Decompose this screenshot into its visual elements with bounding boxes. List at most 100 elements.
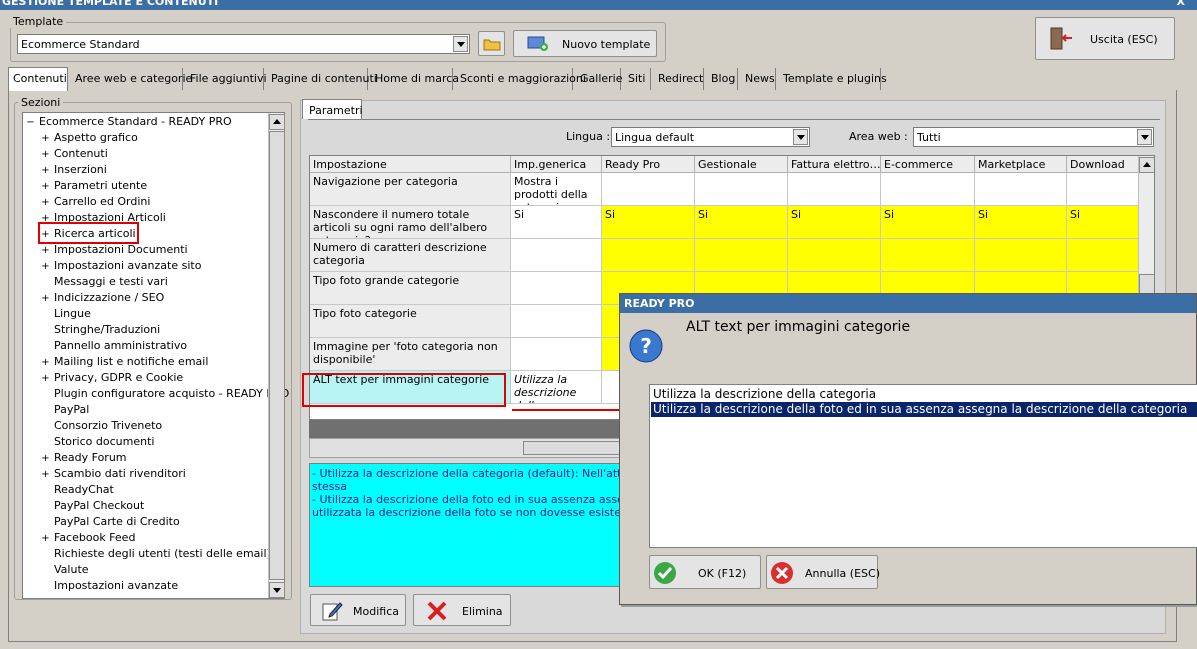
- expand-icon[interactable]: +: [41, 533, 50, 544]
- sidebar-item[interactable]: + Mailing list e notifiche email: [41, 355, 208, 371]
- option-item[interactable]: Utilizza la descrizione della categoria: [651, 387, 1197, 402]
- value-cell[interactable]: [1067, 239, 1139, 272]
- options-list[interactable]: Utilizza la descrizione della categoria …: [649, 384, 1197, 548]
- value-cell[interactable]: [511, 239, 602, 272]
- setting-cell[interactable]: Tipo foto categorie: [310, 305, 511, 338]
- value-cell[interactable]: Si: [695, 206, 788, 239]
- value-cell[interactable]: Si: [602, 206, 695, 239]
- tab-contenuti[interactable]: Contenuti: [8, 67, 68, 91]
- open-folder-button[interactable]: [478, 31, 505, 56]
- cancel-button[interactable]: Annulla (ESC): [766, 555, 880, 589]
- value-cell[interactable]: Si: [881, 206, 975, 239]
- expand-icon[interactable]: +: [41, 357, 50, 368]
- setting-cell[interactable]: Numero di caratteri descrizione categori…: [310, 239, 511, 272]
- value-cell[interactable]: [695, 173, 788, 206]
- value-cell[interactable]: Si: [1067, 206, 1139, 239]
- column-header[interactable]: Marketplace: [975, 156, 1067, 173]
- sidebar-item[interactable]: + Impostazioni avanzate sito: [41, 259, 201, 275]
- sidebar-item[interactable]: ReadyChat: [41, 483, 114, 499]
- sidebar-item[interactable]: Stringhe/Traduzioni: [41, 323, 160, 339]
- expand-icon[interactable]: +: [41, 133, 50, 144]
- value-cell[interactable]: [511, 305, 602, 338]
- setting-cell[interactable]: Nascondere il numero totale articoli su …: [310, 206, 511, 239]
- sections-tree[interactable]: − Ecommerce Standard - READY PRO + Aspetto…: [22, 112, 289, 599]
- tab-template-plugins[interactable]: Template e plugins: [779, 68, 887, 90]
- column-header[interactable]: Fattura elettro…: [788, 156, 881, 173]
- value-cell[interactable]: [788, 239, 881, 272]
- column-header[interactable]: Imp.generica: [511, 156, 602, 173]
- tab-news[interactable]: News: [741, 68, 776, 90]
- tab-file-aggiuntivi[interactable]: File aggiuntivi: [186, 68, 267, 90]
- sidebar-item[interactable]: Lingue: [41, 307, 91, 323]
- template-select[interactable]: Ecommerce Standard: [17, 34, 470, 54]
- tab-aree-web[interactable]: Aree web e categorie: [71, 68, 192, 90]
- column-header[interactable]: Impostazione: [310, 156, 511, 173]
- exit-button[interactable]: Uscita (ESC): [1035, 17, 1175, 60]
- sidebar-item[interactable]: Plugin configuratore acquisto - READY PR…: [41, 387, 289, 403]
- expand-icon[interactable]: +: [41, 373, 50, 384]
- scroll-up-icon[interactable]: [269, 114, 285, 130]
- value-cell[interactable]: Si: [975, 206, 1067, 239]
- sidebar-item[interactable]: PayPal Checkout: [41, 499, 144, 515]
- ok-button[interactable]: OK (F12): [649, 555, 761, 589]
- value-cell[interactable]: Mostra i prodotti della categoria …: [511, 173, 602, 206]
- tab-pagine-contenuti[interactable]: Pagine di contenuti: [267, 68, 377, 90]
- option-item-selected[interactable]: Utilizza la descrizione della foto ed in…: [651, 402, 1197, 417]
- setting-cell[interactable]: Tipo foto grande categorie: [310, 272, 511, 305]
- expand-icon[interactable]: +: [41, 197, 50, 208]
- expand-icon[interactable]: +: [41, 469, 50, 480]
- sidebar-item[interactable]: Consorzio Triveneto: [41, 419, 162, 435]
- column-header[interactable]: Gestionale: [695, 156, 788, 173]
- tree-scroll-thumb[interactable]: [269, 131, 285, 580]
- expand-icon[interactable]: +: [41, 181, 50, 192]
- value-cell[interactable]: [881, 173, 975, 206]
- tab-siti[interactable]: Siti: [624, 68, 651, 90]
- sidebar-item[interactable]: + Parametri utente: [41, 179, 147, 195]
- tab-sconti[interactable]: Sconti e maggiorazioni: [456, 68, 586, 90]
- value-cell[interactable]: [511, 338, 602, 371]
- expand-icon[interactable]: +: [41, 261, 50, 272]
- sidebar-item[interactable]: + Impostazioni Documenti: [41, 243, 187, 259]
- sidebar-item[interactable]: + Inserzioni: [41, 163, 107, 179]
- value-cell[interactable]: Si: [511, 206, 602, 239]
- value-cell[interactable]: [602, 173, 695, 206]
- sidebar-item[interactable]: + Indicizzazione / SEO: [41, 291, 164, 307]
- sidebar-item[interactable]: Storico documenti: [41, 435, 154, 451]
- tab-blog[interactable]: Blog: [707, 68, 738, 90]
- sidebar-item[interactable]: Messaggi e testi vari: [41, 275, 168, 291]
- sidebar-item[interactable]: PayPal: [41, 403, 89, 419]
- edit-button[interactable]: Modifica: [310, 594, 406, 626]
- sidebar-item[interactable]: + Facebook Feed: [41, 531, 135, 547]
- expand-icon[interactable]: +: [41, 293, 50, 304]
- column-header[interactable]: Ready Pro: [602, 156, 695, 173]
- sidebar-item[interactable]: + Scambio dati rivenditori: [41, 467, 186, 483]
- sidebar-item[interactable]: + Privacy, GDPR e Cookie: [41, 371, 183, 387]
- tree-root[interactable]: − Ecommerce Standard - READY PRO: [26, 115, 231, 131]
- tab-gallerie[interactable]: Gallerie: [576, 68, 623, 90]
- expand-icon[interactable]: +: [41, 165, 50, 176]
- value-cell[interactable]: [975, 239, 1067, 272]
- column-header[interactable]: E-commerce: [881, 156, 975, 173]
- sidebar-item[interactable]: Valute: [41, 563, 89, 579]
- value-cell[interactable]: Si: [788, 206, 881, 239]
- new-template-button[interactable]: Nuovo template: [513, 30, 657, 57]
- delete-button[interactable]: Elimina: [413, 594, 511, 626]
- tab-home-marca[interactable]: Home di marca: [371, 68, 459, 90]
- sidebar-item[interactable]: + Carrello ed Ordini: [41, 195, 150, 211]
- sidebar-item[interactable]: + Ready Forum: [41, 451, 126, 467]
- close-icon[interactable]: X: [1177, 0, 1185, 8]
- sidebar-item[interactable]: Impostazioni avanzate: [41, 579, 178, 595]
- column-header[interactable]: Download: [1067, 156, 1139, 173]
- value-cell[interactable]: [511, 272, 602, 305]
- sidebar-item[interactable]: Richieste degli utenti (testi delle emai…: [41, 547, 271, 563]
- sidebar-item[interactable]: PayPal Carte di Credito: [41, 515, 180, 531]
- setting-cell[interactable]: Immagine per 'foto categoria non disponi…: [310, 338, 511, 371]
- area-web-select[interactable]: Tutti: [913, 127, 1154, 147]
- tree-scrollbar[interactable]: [268, 113, 285, 598]
- sidebar-item[interactable]: + Contenuti: [41, 147, 107, 163]
- scroll-up-icon[interactable]: [1139, 157, 1154, 173]
- chevron-down-icon[interactable]: [1137, 129, 1152, 145]
- value-cell[interactable]: [602, 239, 695, 272]
- lingua-select[interactable]: Lingua default: [611, 127, 810, 147]
- expand-icon[interactable]: +: [41, 453, 50, 464]
